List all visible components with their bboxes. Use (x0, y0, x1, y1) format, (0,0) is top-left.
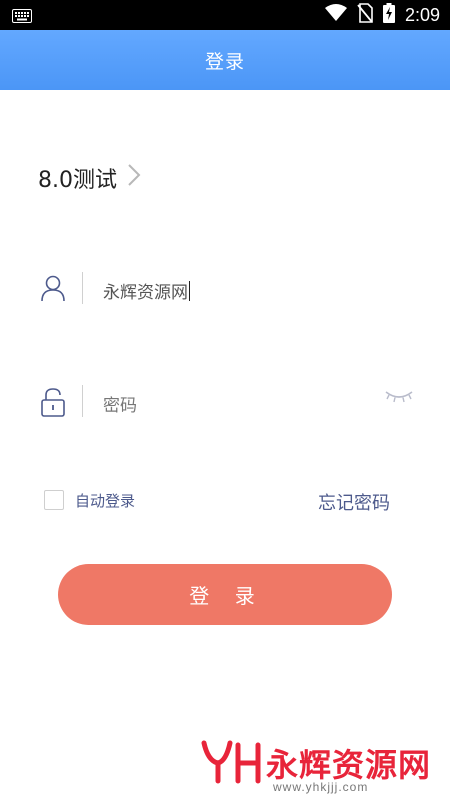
app-selector-label: 8.0测试 (38, 168, 117, 193)
login-button-label: 登 录 (189, 586, 265, 608)
username-field[interactable]: 永辉资源网 (40, 264, 420, 314)
password-field[interactable]: 密码 (40, 377, 420, 427)
app-selector[interactable]: 8.0测试 (38, 162, 141, 194)
no-sim-icon (357, 3, 373, 27)
login-button[interactable]: 登 录 (58, 564, 392, 625)
lock-icon (40, 387, 66, 421)
username-input[interactable]: 永辉资源网 (103, 278, 190, 303)
user-icon (40, 274, 66, 306)
watermark-url: www.yhkjjj.com (273, 780, 369, 794)
field-divider (82, 385, 83, 417)
field-divider (82, 272, 83, 304)
header-bar: 登录 (0, 30, 450, 90)
chevron-right-icon (127, 163, 141, 193)
username-value: 永辉资源网 (103, 283, 188, 303)
keyboard-icon (12, 8, 32, 27)
auto-login-label[interactable]: 自动登录 (75, 490, 135, 511)
status-bar: 2:09 (0, 0, 450, 30)
forgot-password-link[interactable]: 忘记密码 (318, 489, 390, 515)
status-time: 2:09 (404, 4, 440, 25)
password-input[interactable]: 密码 (103, 391, 137, 416)
wifi-icon (324, 4, 347, 26)
watermark-logo-icon (200, 737, 266, 789)
page-title: 登录 (204, 50, 245, 73)
eye-closed-icon[interactable] (384, 387, 414, 409)
text-caret (189, 281, 190, 301)
auto-login-checkbox[interactable] (44, 490, 64, 510)
battery-charging-icon (382, 3, 395, 27)
